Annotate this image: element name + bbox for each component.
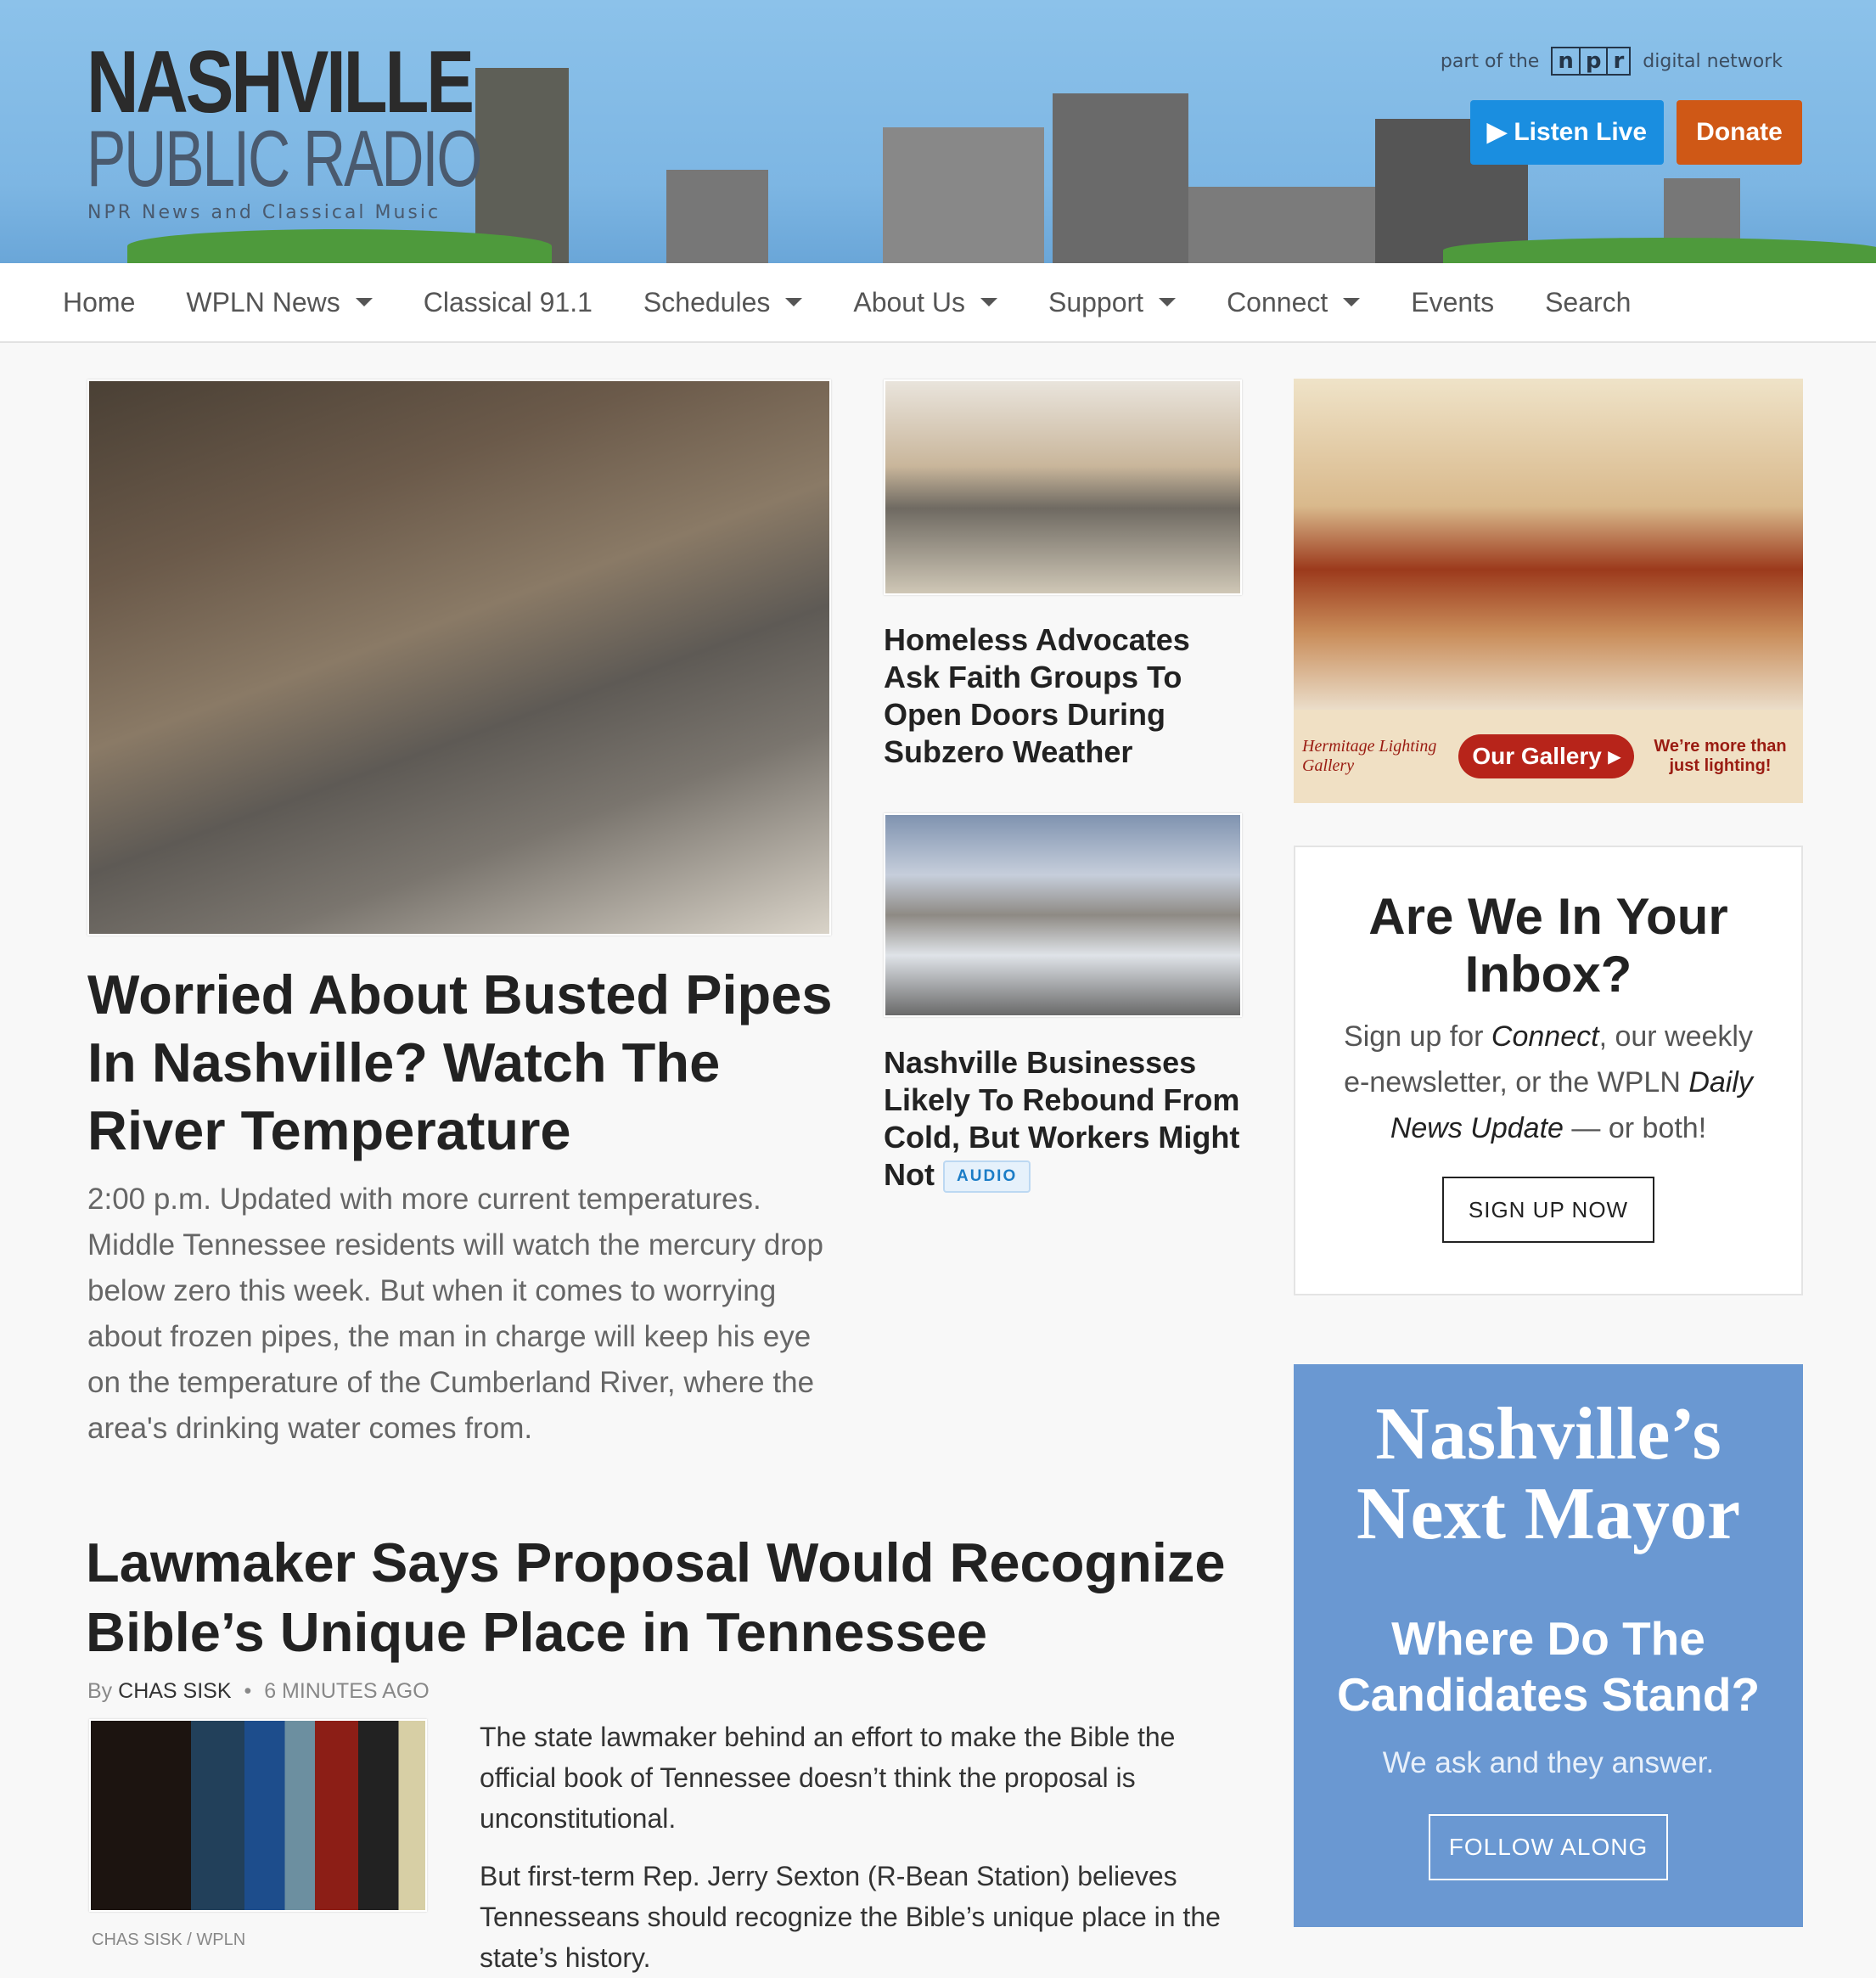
lead-story-image[interactable]: [87, 379, 831, 936]
nav-item-search[interactable]: Search: [1545, 287, 1631, 318]
chevron-down-icon: [980, 298, 997, 306]
byline: By CHAS SISK • 6 MINUTES AGO: [87, 1679, 430, 1703]
nav-label: Events: [1411, 286, 1495, 317]
homeless-story-title[interactable]: Homeless Advocates Ask Faith Groups To O…: [884, 621, 1249, 771]
nav-item-home[interactable]: Home: [63, 287, 135, 318]
chevron-down-icon: [785, 298, 803, 306]
lead-story-title[interactable]: Worried About Busted Pipes In Nashville?…: [87, 961, 834, 1165]
npr-suffix: digital network: [1643, 50, 1783, 72]
nav-label: WPLN News: [186, 286, 340, 317]
listen-live-button[interactable]: ▶ Listen Live: [1470, 100, 1664, 165]
skyline-building: [1188, 187, 1375, 263]
nav-label: Search: [1545, 286, 1632, 317]
businesses-story-title[interactable]: Nashville Businesses Likely To Rebound F…: [884, 1044, 1249, 1194]
audio-badge: AUDIO: [943, 1160, 1031, 1194]
main-nav: Home WPLN News Classical 91.1 Schedules Abou…: [0, 263, 1876, 343]
newsletter-text: Sign up for Connect, our weekly e-newsle…: [1344, 1020, 1753, 1144]
chevron-down-icon: [1343, 298, 1361, 306]
nav-label: Classical 91.1: [423, 286, 593, 317]
play-icon: ▶: [1486, 118, 1507, 146]
mayor-promo[interactable]: Nashville’s Next Mayor Where Do The Cand…: [1294, 1364, 1803, 1927]
follow-along-button[interactable]: FOLLOW ALONG: [1429, 1814, 1668, 1880]
nav-label: Home: [63, 286, 136, 317]
ad-gallery-button[interactable]: Our Gallery ▸: [1458, 734, 1634, 778]
skyline-building: [666, 170, 768, 263]
nav-label: About Us: [853, 286, 965, 317]
hill: [127, 229, 552, 263]
chevron-down-icon: [1159, 298, 1177, 306]
image-credit: CHAS SISK / WPLN: [92, 1930, 246, 1949]
hill: [1443, 238, 1876, 263]
mayor-subtitle: Where Do The Candidates Stand?: [1336, 1612, 1761, 1721]
lead-story-summary: 2:00 p.m. Updated with more current temp…: [87, 1183, 823, 1445]
newsletter-card: Are We In Your Inbox? Sign up for Connec…: [1294, 846, 1803, 1295]
bible-story-para1: The state lawmaker behind an effort to m…: [480, 1722, 1176, 1834]
skyline-building: [883, 127, 1044, 263]
nav-label: Schedules: [643, 286, 771, 317]
bible-story-image[interactable]: [89, 1719, 427, 1912]
businesses-story-image[interactable]: [884, 813, 1242, 1017]
nav-item-schedules[interactable]: Schedules: [643, 286, 803, 318]
donate-button[interactable]: Donate: [1677, 100, 1802, 165]
nav-item-wpln-news[interactable]: WPLN News: [186, 286, 373, 318]
author-link[interactable]: CHAS SISK: [118, 1679, 231, 1703]
npr-prefix: part of the: [1440, 50, 1540, 72]
mayor-title: Nashville’s Next Mayor: [1356, 1393, 1741, 1555]
nav-item-about-us[interactable]: About Us: [853, 287, 997, 318]
timestamp: 6 MINUTES AGO: [264, 1679, 430, 1703]
nav-item-support[interactable]: Support: [1048, 286, 1177, 318]
npr-logo: npr: [1551, 47, 1632, 76]
nav-item-connect[interactable]: Connect: [1227, 286, 1361, 318]
logo-tagline: NPR News and Classical Music: [87, 202, 441, 223]
npr-network-badge[interactable]: part of the npr digital network: [1441, 47, 1783, 76]
homeless-story-image[interactable]: [884, 379, 1242, 595]
ad-brand: Hermitage Lighting Gallery: [1302, 737, 1437, 775]
chevron-down-icon: [355, 298, 373, 306]
hermitage-lighting-ad[interactable]: Hermitage Lighting Gallery Our Gallery ▸…: [1294, 379, 1803, 803]
sign-up-button[interactable]: SIGN UP NOW: [1442, 1177, 1654, 1243]
skyline-building: [1053, 93, 1188, 263]
nav-label: Support: [1048, 286, 1144, 317]
bible-story-title[interactable]: Lawmaker Says Proposal Would Recognize B…: [86, 1528, 1274, 1667]
site-header: NASHVILLE PUBLIC RADIO NPR News and Clas…: [0, 0, 1876, 263]
nav-item-classical-91-1[interactable]: Classical 91.1: [424, 287, 593, 318]
logo-public-radio[interactable]: PUBLIC RADIO: [87, 119, 482, 199]
mayor-text: We ask and they answer.: [1382, 1746, 1715, 1779]
nav-item-events[interactable]: Events: [1411, 287, 1494, 318]
nav-label: Connect: [1227, 286, 1328, 317]
ad-tagline: We’re more than just lighting!: [1654, 737, 1787, 775]
newsletter-title: Are We In Your Inbox?: [1368, 888, 1728, 1003]
bible-story-para2: But first-term Rep. Jerry Sexton (R-Bean…: [480, 1861, 1221, 1973]
